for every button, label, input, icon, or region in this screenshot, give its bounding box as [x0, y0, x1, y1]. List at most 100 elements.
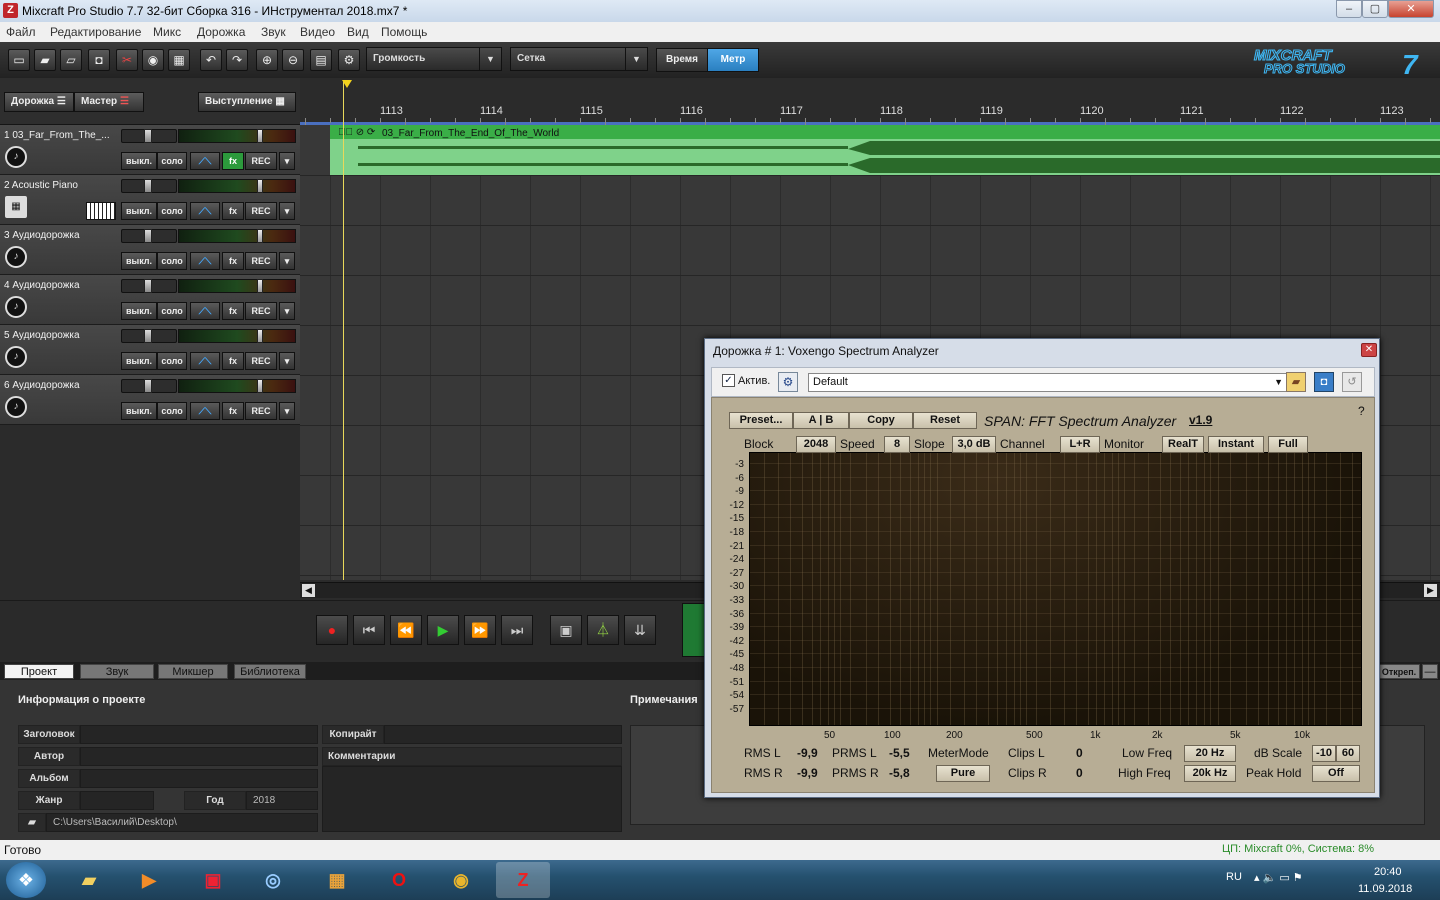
settings-gear-icon[interactable]: ⚙: [338, 49, 360, 71]
audio-track-icon[interactable]: ♪: [5, 146, 27, 168]
solo-button[interactable]: соло: [157, 302, 187, 320]
fx-button[interactable]: fx: [222, 352, 244, 370]
mixcraft-taskbar-icon[interactable]: Z: [496, 862, 550, 898]
automation-icon[interactable]: ⟋⟍: [190, 352, 220, 370]
span-option-button[interactable]: RealT: [1162, 436, 1204, 453]
close-button[interactable]: ✕: [1388, 0, 1434, 18]
solo-button[interactable]: соло: [157, 202, 187, 220]
tab-project[interactable]: Проект: [4, 664, 74, 679]
burn-cd-icon[interactable]: ◉: [142, 49, 164, 71]
fader-handle[interactable]: [144, 179, 152, 193]
copy-button[interactable]: Copy: [849, 412, 913, 429]
span-option-button[interactable]: Full: [1268, 436, 1308, 453]
master-button[interactable]: Мастер ☰: [74, 92, 144, 112]
span-option-button[interactable]: 2048: [796, 436, 836, 453]
menu-sound[interactable]: Звук: [261, 25, 286, 39]
db-scale-range[interactable]: 60: [1336, 745, 1360, 762]
performance-button[interactable]: Выступление ▦: [198, 92, 296, 112]
fx-button[interactable]: fx: [222, 302, 244, 320]
volume-fader[interactable]: [121, 229, 177, 243]
span-option-button[interactable]: L+R: [1060, 436, 1100, 453]
active-checkbox[interactable]: ✓: [722, 374, 735, 387]
undo-icon[interactable]: ↶: [200, 49, 222, 71]
app-red-icon[interactable]: ▣: [186, 862, 240, 898]
collapse-icon[interactable]: —: [1422, 664, 1438, 679]
mute-button[interactable]: выкл.: [121, 152, 157, 170]
chrome-icon[interactable]: ◉: [434, 862, 488, 898]
pan-handle[interactable]: [257, 279, 263, 293]
rec-button[interactable]: REC: [245, 152, 277, 170]
audio-track-icon[interactable]: ♪: [5, 396, 27, 418]
fader-handle[interactable]: [144, 279, 152, 293]
media-player-icon[interactable]: ▶: [122, 862, 176, 898]
fader-handle[interactable]: [144, 379, 152, 393]
menu-help[interactable]: Помощь: [381, 25, 427, 39]
plugin-settings-gear-icon[interactable]: ⚙: [778, 372, 798, 392]
db-scale-min[interactable]: -10: [1312, 745, 1336, 762]
cut-icon[interactable]: ✂: [116, 49, 138, 71]
high-freq-button[interactable]: 20k Hz: [1184, 765, 1236, 782]
minimize-button[interactable]: –: [1336, 0, 1362, 18]
mute-button[interactable]: выкл.: [121, 302, 157, 320]
explorer-icon[interactable]: ▰: [62, 862, 116, 898]
mixdown-icon[interactable]: ▦: [168, 49, 190, 71]
preset-select[interactable]: Default ▼: [808, 373, 1288, 392]
automation-icon[interactable]: ⟋⟍: [190, 402, 220, 420]
menu-view[interactable]: Вид: [347, 25, 369, 39]
span-version[interactable]: v1.9: [1189, 413, 1212, 427]
automation-icon[interactable]: ⟋⟍: [190, 152, 220, 170]
automation-icon[interactable]: ⟋⟍: [190, 252, 220, 270]
fx-button[interactable]: fx: [222, 402, 244, 420]
help-icon[interactable]: ?: [1358, 404, 1365, 418]
track-name[interactable]: 2 Acoustic Piano: [4, 180, 78, 191]
opera-icon[interactable]: O: [372, 862, 426, 898]
solo-button[interactable]: соло: [157, 402, 187, 420]
reset-button[interactable]: Reset: [913, 412, 977, 429]
low-freq-button[interactable]: 20 Hz: [1184, 745, 1236, 762]
track-name[interactable]: 4 Аудиодорожка: [4, 280, 80, 291]
scroll-left-icon[interactable]: ◀: [302, 584, 315, 597]
pan-handle[interactable]: [257, 179, 263, 193]
detach-button[interactable]: Откреп.: [1378, 664, 1420, 679]
pan-handle[interactable]: [257, 379, 263, 393]
menu-edit[interactable]: Редактирование: [50, 25, 141, 39]
peak-hold-button[interactable]: Off: [1312, 765, 1360, 782]
audio-track-icon[interactable]: ♪: [5, 296, 27, 318]
redo-icon[interactable]: ↷: [226, 49, 248, 71]
track-row[interactable]: 2 Acoustic Piano ▦ выкл. соло ⟋⟍ fx REC ▾: [0, 175, 300, 225]
mute-button[interactable]: выкл.: [121, 252, 157, 270]
maximize-button[interactable]: ▢: [1362, 0, 1388, 18]
track-row[interactable]: 1 03_Far_From_The_... ♪ выкл. соло ⟋⟍ fx REC ▾: [0, 125, 300, 175]
rewind-icon[interactable]: ⏪: [390, 615, 422, 645]
track-row[interactable]: 3 Аудиодорожка ♪ выкл. соло ⟋⟍ fx REC ▾: [0, 225, 300, 275]
go-to-start-icon[interactable]: ⏮: [353, 615, 385, 645]
keyboard-icon[interactable]: ▤: [310, 49, 332, 71]
album-field[interactable]: [80, 769, 318, 788]
menu-video[interactable]: Видео: [300, 25, 335, 39]
automation-icon[interactable]: ⟋⟍: [190, 302, 220, 320]
play-icon[interactable]: ▶: [427, 615, 459, 645]
snapshot-icon[interactable]: ▣: [550, 615, 582, 645]
start-button-icon[interactable]: ❖: [6, 862, 46, 898]
audio-track-icon[interactable]: ♪: [5, 246, 27, 268]
save-preset-icon[interactable]: ◘: [1314, 372, 1334, 392]
volume-fader[interactable]: [121, 329, 177, 343]
load-preset-icon[interactable]: ▰: [1286, 372, 1306, 392]
author-field[interactable]: [80, 747, 318, 766]
scroll-right-icon[interactable]: ▶: [1424, 584, 1437, 597]
chevron-down-icon[interactable]: ▾: [279, 252, 295, 270]
chevron-down-icon[interactable]: ▾: [279, 352, 295, 370]
pan-handle[interactable]: [257, 329, 263, 343]
volume-fader[interactable]: [121, 129, 177, 143]
chevron-down-icon[interactable]: ▾: [279, 402, 295, 420]
new-file-icon[interactable]: ▭: [8, 49, 30, 71]
menu-track[interactable]: Дорожка: [197, 25, 245, 39]
go-to-end-icon[interactable]: ⏭: [501, 615, 533, 645]
tracks-button[interactable]: Дорожка ☰: [4, 92, 74, 112]
close-icon[interactable]: ✕: [1361, 343, 1377, 357]
open-recent-icon[interactable]: ▱: [60, 49, 82, 71]
mute-button[interactable]: выкл.: [121, 402, 157, 420]
year-field[interactable]: 2018: [246, 791, 318, 810]
timeline-ruler[interactable]: 1113 1114 1115 1116 1117 1118 1119 1120 1121 1122…: [300, 78, 1440, 126]
copyright-field[interactable]: [384, 725, 622, 744]
